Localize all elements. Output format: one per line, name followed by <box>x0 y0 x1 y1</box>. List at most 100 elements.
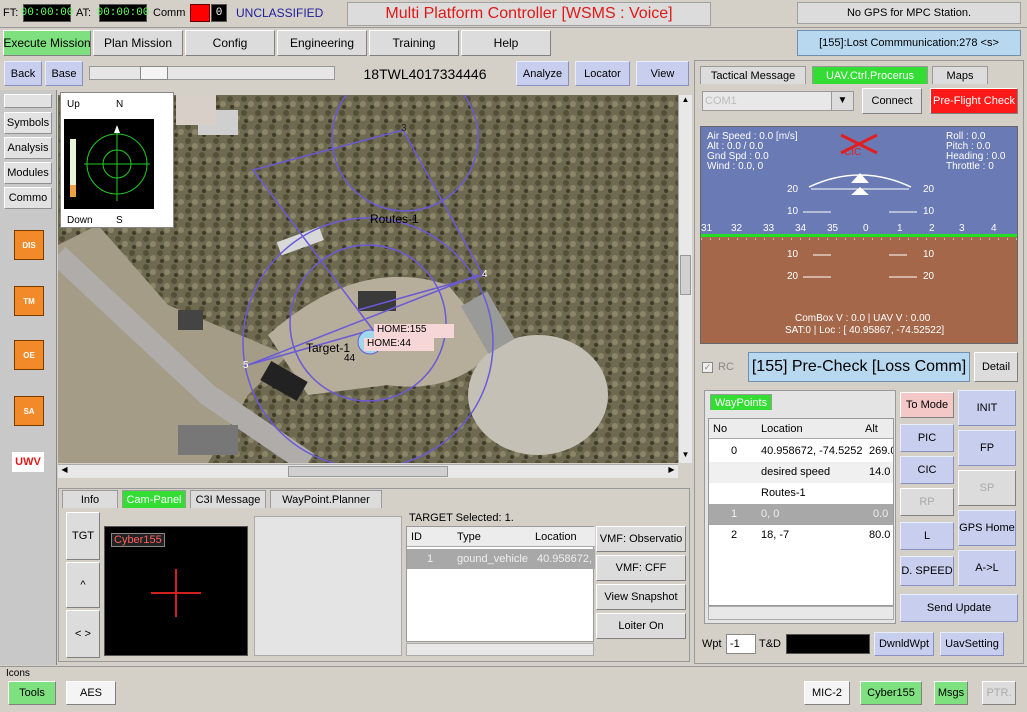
init-button[interactable]: INIT <box>958 390 1016 426</box>
tab-info[interactable]: Info <box>62 490 118 508</box>
table-row[interactable]: 1 0, 0 0.0 <box>709 504 893 525</box>
gps-home-button[interactable]: GPS Home <box>958 510 1016 546</box>
msgs-button[interactable]: Msgs <box>934 681 968 705</box>
vmf-observation-button[interactable]: VMF: Observatio <box>596 526 686 552</box>
sidebar-item-modules[interactable]: Modules <box>4 162 52 184</box>
home-marker-44[interactable]: HOME:44 <box>364 338 434 351</box>
zoom-slider-thumb[interactable] <box>140 66 168 80</box>
col-wp-location[interactable]: Location <box>761 423 803 435</box>
rc-checkbox[interactable]: ✓ <box>702 362 713 373</box>
menu-plan-mission[interactable]: Plan Mission <box>93 30 183 56</box>
tab-cam-panel[interactable]: Cam-Panel <box>122 490 186 508</box>
analyze-button[interactable]: Analyze <box>516 61 569 86</box>
vmf-cff-button[interactable]: VMF: CFF <box>596 555 686 581</box>
sp-button[interactable]: SP <box>958 470 1016 506</box>
sat-location: SAT:0 | Loc : [ 40.95867, -74.52522] <box>785 325 945 336</box>
scroll-right-arrow-icon[interactable]: ▶ <box>665 465 678 478</box>
camera-feed[interactable]: Cyber155 <box>104 526 248 656</box>
l-button[interactable]: L <box>900 522 954 550</box>
lost-comm-alert: [155]:Lost Commmunication:278 <s> <box>797 30 1021 56</box>
base-button[interactable]: Base <box>45 61 83 86</box>
menu-training[interactable]: Training <box>369 30 459 56</box>
col-location[interactable]: Location <box>535 531 577 543</box>
sa-module-icon[interactable]: SA <box>14 396 44 426</box>
tab-c3i-message[interactable]: C3I Message <box>190 490 266 508</box>
menu-execute-mission[interactable]: Execute Mission <box>3 30 91 56</box>
col-id[interactable]: ID <box>411 531 422 543</box>
pitch-mark-20-left: 20 <box>787 184 799 195</box>
sidebar-item-blank[interactable] <box>4 94 52 108</box>
oe-module-icon[interactable]: OE <box>14 340 44 370</box>
tm-module-icon[interactable]: TM <box>14 286 44 316</box>
send-update-button[interactable]: Send Update <box>900 594 1018 622</box>
uav-setting-button[interactable]: UavSetting <box>940 632 1004 656</box>
d-speed-button[interactable]: D. SPEED <box>900 556 954 586</box>
cam-pan-button[interactable]: < > <box>66 610 100 658</box>
view-snapshot-button[interactable]: View Snapshot <box>596 584 686 610</box>
cic-button[interactable]: CIC <box>900 456 954 484</box>
scroll-thumb-horizontal[interactable] <box>288 466 448 477</box>
cyber155-button[interactable]: Cyber155 <box>860 681 922 705</box>
tab-waypoints[interactable]: WayPoints <box>710 394 772 410</box>
a-to-l-button[interactable]: A->L <box>958 550 1016 586</box>
view-button[interactable]: View <box>636 61 689 86</box>
scroll-left-arrow-icon[interactable]: ◀ <box>58 465 71 478</box>
gps-status: No GPS for MPC Station. <box>797 2 1021 24</box>
table-row[interactable]: 1 gound_vehicle 40.958672, -74.5 <box>407 549 595 569</box>
zoom-slider[interactable] <box>89 66 335 80</box>
table-row[interactable]: 2 18, -7 80.0 <box>709 525 893 546</box>
scroll-down-arrow-icon[interactable]: ▼ <box>679 450 692 463</box>
tab-maps[interactable]: Maps <box>932 66 988 84</box>
col-alt[interactable]: Alt <box>865 423 878 435</box>
scroll-up-arrow-icon[interactable]: ▲ <box>679 95 692 108</box>
target-table-header: ID Type Location <box>407 527 595 547</box>
col-no[interactable]: No <box>713 423 727 435</box>
waypoints-scrollbar[interactable] <box>708 606 894 620</box>
com-port-select[interactable]: COM1 ▼ <box>702 91 854 111</box>
connect-button[interactable]: Connect <box>862 88 922 114</box>
menu-engineering[interactable]: Engineering <box>277 30 367 56</box>
tab-waypoint-planner[interactable]: WayPoint.Planner <box>270 490 382 508</box>
sidebar-item-symbols[interactable]: Symbols <box>4 112 52 134</box>
table-row[interactable]: desired speed 14.0 m <box>709 462 893 483</box>
menu-config[interactable]: Config <box>185 30 275 56</box>
mic-button[interactable]: MIC-2 <box>804 681 850 705</box>
table-row[interactable]: Routes-1 <box>709 483 893 504</box>
uwv-icon[interactable]: UWV <box>12 452 44 472</box>
tools-button[interactable]: Tools <box>8 681 56 705</box>
download-waypoint-button[interactable]: DwnldWpt <box>874 632 934 656</box>
compass-display <box>64 119 154 209</box>
dis-module-icon[interactable]: DIS <box>14 230 44 260</box>
pic-button[interactable]: PIC <box>900 424 954 452</box>
fp-button[interactable]: FP <box>958 430 1016 466</box>
target-table-scrollbar[interactable] <box>406 643 594 656</box>
table-row[interactable]: 0 40.958672, -74.5252 269.0 <box>709 441 893 462</box>
col-type[interactable]: Type <box>457 531 481 543</box>
detail-button[interactable]: Detail <box>974 352 1018 382</box>
loiter-on-button[interactable]: Loiter On <box>596 613 686 639</box>
map-vertical-scrollbar[interactable]: ▲ ▼ <box>678 95 692 463</box>
route-label: Routes-1 <box>370 212 419 226</box>
map-horizontal-scrollbar[interactable]: ◀ ▶ <box>58 464 678 478</box>
cam-up-button[interactable]: ^ <box>66 562 100 608</box>
preflight-check-button[interactable]: Pre-Flight Check <box>930 88 1018 114</box>
to-mode-button[interactable]: To Mode <box>900 392 954 418</box>
compass-widget[interactable]: Up N Down S <box>60 92 174 228</box>
locator-button[interactable]: Locator <box>575 61 630 86</box>
tgt-button[interactable]: TGT <box>66 512 100 560</box>
rp-button[interactable]: RP <box>900 488 954 516</box>
sidebar-item-analysis[interactable]: Analysis <box>4 137 52 159</box>
tab-tactical-message[interactable]: Tactical Message <box>700 66 806 84</box>
tab-uav-ctrl-procerus[interactable]: UAV.Ctrl.Procerus <box>812 66 928 84</box>
wpt-input[interactable]: -1 <box>726 634 756 654</box>
ptr-button[interactable]: PTR. <box>982 681 1016 705</box>
chevron-down-icon[interactable]: ▼ <box>831 92 853 110</box>
waypoints-table[interactable]: No Location Alt 0 40.958672, -74.5252 26… <box>708 418 894 606</box>
menu-help[interactable]: Help <box>461 30 551 56</box>
home-marker-155[interactable]: HOME:155 <box>374 324 454 338</box>
target-table[interactable]: ID Type Location 1 gound_vehicle 40.9586… <box>406 526 595 642</box>
scroll-thumb[interactable] <box>680 255 691 295</box>
sidebar-item-commo[interactable]: Commo <box>4 187 52 209</box>
back-button[interactable]: Back <box>4 61 42 86</box>
aes-button[interactable]: AES <box>66 681 116 705</box>
